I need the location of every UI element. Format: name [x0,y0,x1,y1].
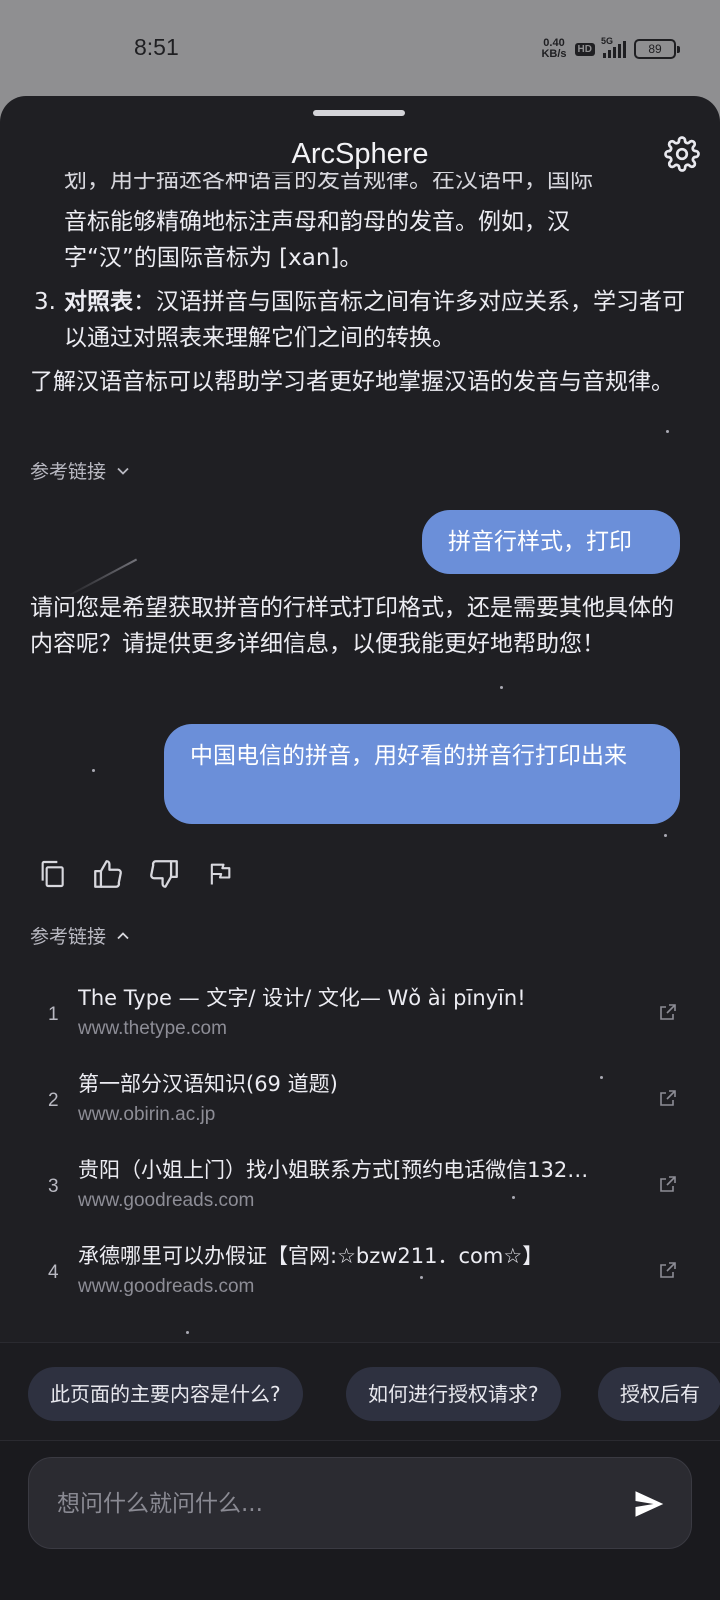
battery-icon: 89 [634,39,680,59]
user-message: 拼音行样式，打印 [422,510,680,574]
suggestion-chip[interactable]: 此页面的主要内容是什么? [28,1367,303,1421]
external-link-icon[interactable] [658,1260,678,1280]
hd-badge: HD [574,42,595,56]
reference-item[interactable]: 3 贵阳（小姐上门）找小姐联系方式[预约电话微信132… www.goodrea… [0,1148,720,1234]
copy-button[interactable] [34,856,70,892]
thumbs-up-icon [94,860,122,888]
status-icons: 0.40 KB/s HD 5G 89 [541,36,680,60]
reference-item[interactable]: 2 第一部分汉语知识(69 道题) www.obirin.ac.jp [0,1062,720,1148]
chat-sheet: ArcSphere 划，用于描述各种语言的发音规律。在汉语中，国际 音标能够精确… [0,96,720,1600]
suggestion-chip[interactable]: 授权后有 [598,1367,720,1421]
thumbs-down-icon [150,860,178,888]
user-message: 中国电信的拼音，用好看的拼音行打印出来 [164,724,680,824]
gear-icon [664,136,700,172]
external-link-icon[interactable] [658,1174,678,1194]
settings-button[interactable] [664,136,700,172]
ai-message-partial: 划，用于描述各种语言的发音规律。在汉语中，国际 [64,172,593,193]
dislike-button[interactable] [146,856,182,892]
send-button[interactable] [631,1486,667,1522]
list-item-2-continuation: 音标能够精确地标注声母和韵母的发音。例如，汉 字“汉”的国际音标为 [xan]。 [64,209,570,271]
send-icon [635,1491,664,1517]
report-button[interactable] [202,856,238,892]
message-input-box[interactable] [28,1457,692,1549]
list-item-3: 3. 对照表：汉语拼音与国际音标之间有许多对应关系，学习者可以通过对照表来理解它… [34,289,685,351]
ai-summary: 了解汉语音标可以帮助学习者更好地掌握汉语的发音与音规律。 [30,369,674,395]
reference-item[interactable]: 1 The Type — 文字/ 设计/ 文化— Wǒ ài pīnyīn! w… [0,976,720,1062]
status-time: 8:51 [134,34,179,60]
suggestion-chip[interactable]: 如何进行授权请求? [346,1367,561,1421]
network-speed: 0.40 KB/s [541,37,567,60]
message-input[interactable] [55,1478,579,1530]
composer [0,1440,720,1600]
message-actions [34,856,238,892]
ai-message: 请问您是希望获取拼音的行样式打印格式，还是需要其他具体的内容呢？请提供更多详细信… [30,595,674,657]
status-bar: 8:51 0.40 KB/s HD 5G 89 [0,0,720,96]
suggestion-bar[interactable]: 此页面的主要内容是什么? 如何进行授权请求? 授权后有 [0,1342,720,1441]
copy-icon [41,860,64,888]
flag-icon [210,863,231,885]
chevron-down-icon [117,467,129,475]
reference-item[interactable]: 4 承德哪里可以办假证【官网:☆bzw211．com☆】 www.goodrea… [0,1234,720,1320]
references-toggle-collapsed[interactable]: 参考链接 [30,457,130,484]
external-link-icon[interactable] [658,1088,678,1108]
like-button[interactable] [90,856,126,892]
app-title: ArcSphere [291,138,429,170]
references-toggle-expanded[interactable]: 参考链接 [30,922,130,949]
external-link-icon[interactable] [658,1002,678,1022]
signal-icon: 5G [601,36,626,58]
chevron-up-icon [117,931,129,939]
